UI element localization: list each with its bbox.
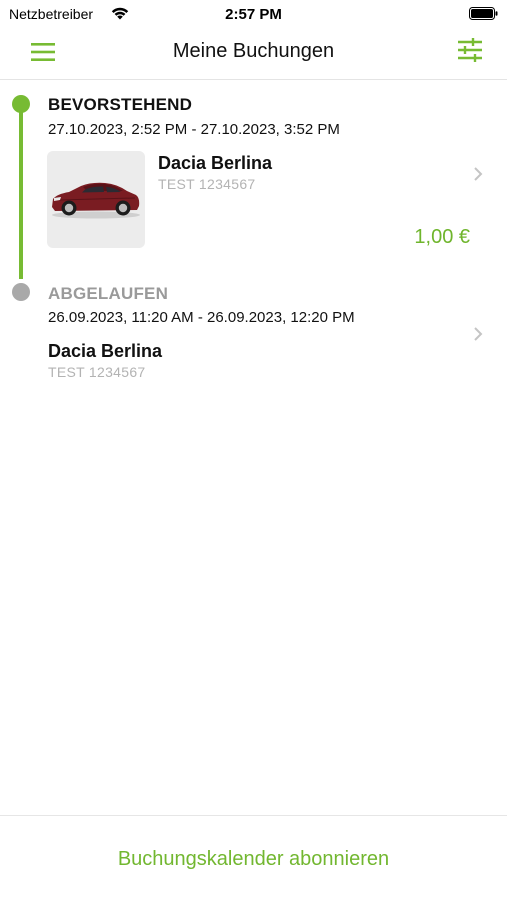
booking-price: 1,00 € — [414, 226, 470, 248]
chevron-right-icon[interactable] — [472, 165, 484, 183]
sliders-filter-icon[interactable] — [455, 36, 485, 64]
battery-icon — [469, 7, 498, 20]
license-plate: TEST 1234567 — [158, 176, 256, 192]
license-plate: TEST 1234567 — [48, 364, 146, 380]
section-title-upcoming: BEVORSTEHEND — [48, 95, 193, 114]
footer: Buchungskalender abonnieren — [0, 815, 507, 900]
car-image — [47, 151, 145, 248]
navigation-bar: Meine Buchungen — [0, 28, 507, 80]
booking-time-range: 27.10.2023, 2:52 PM - 27.10.2023, 3:52 P… — [48, 121, 340, 138]
vehicle-name: Dacia Berlina — [158, 153, 273, 173]
section-title-expired: ABGELAUFEN — [48, 284, 169, 303]
status-time: 2:57 PM — [225, 6, 282, 23]
chevron-right-icon[interactable] — [472, 325, 484, 343]
vehicle-name: Dacia Berlina — [48, 341, 163, 361]
page-title: Meine Buchungen — [172, 40, 335, 62]
status-bar: Netzbetreiber 2:57 PM — [0, 0, 507, 28]
booking-time-range: 26.09.2023, 11:20 AM - 26.09.2023, 12:20… — [48, 309, 355, 326]
subscribe-calendar-button[interactable]: Buchungskalender abonnieren — [0, 848, 507, 871]
